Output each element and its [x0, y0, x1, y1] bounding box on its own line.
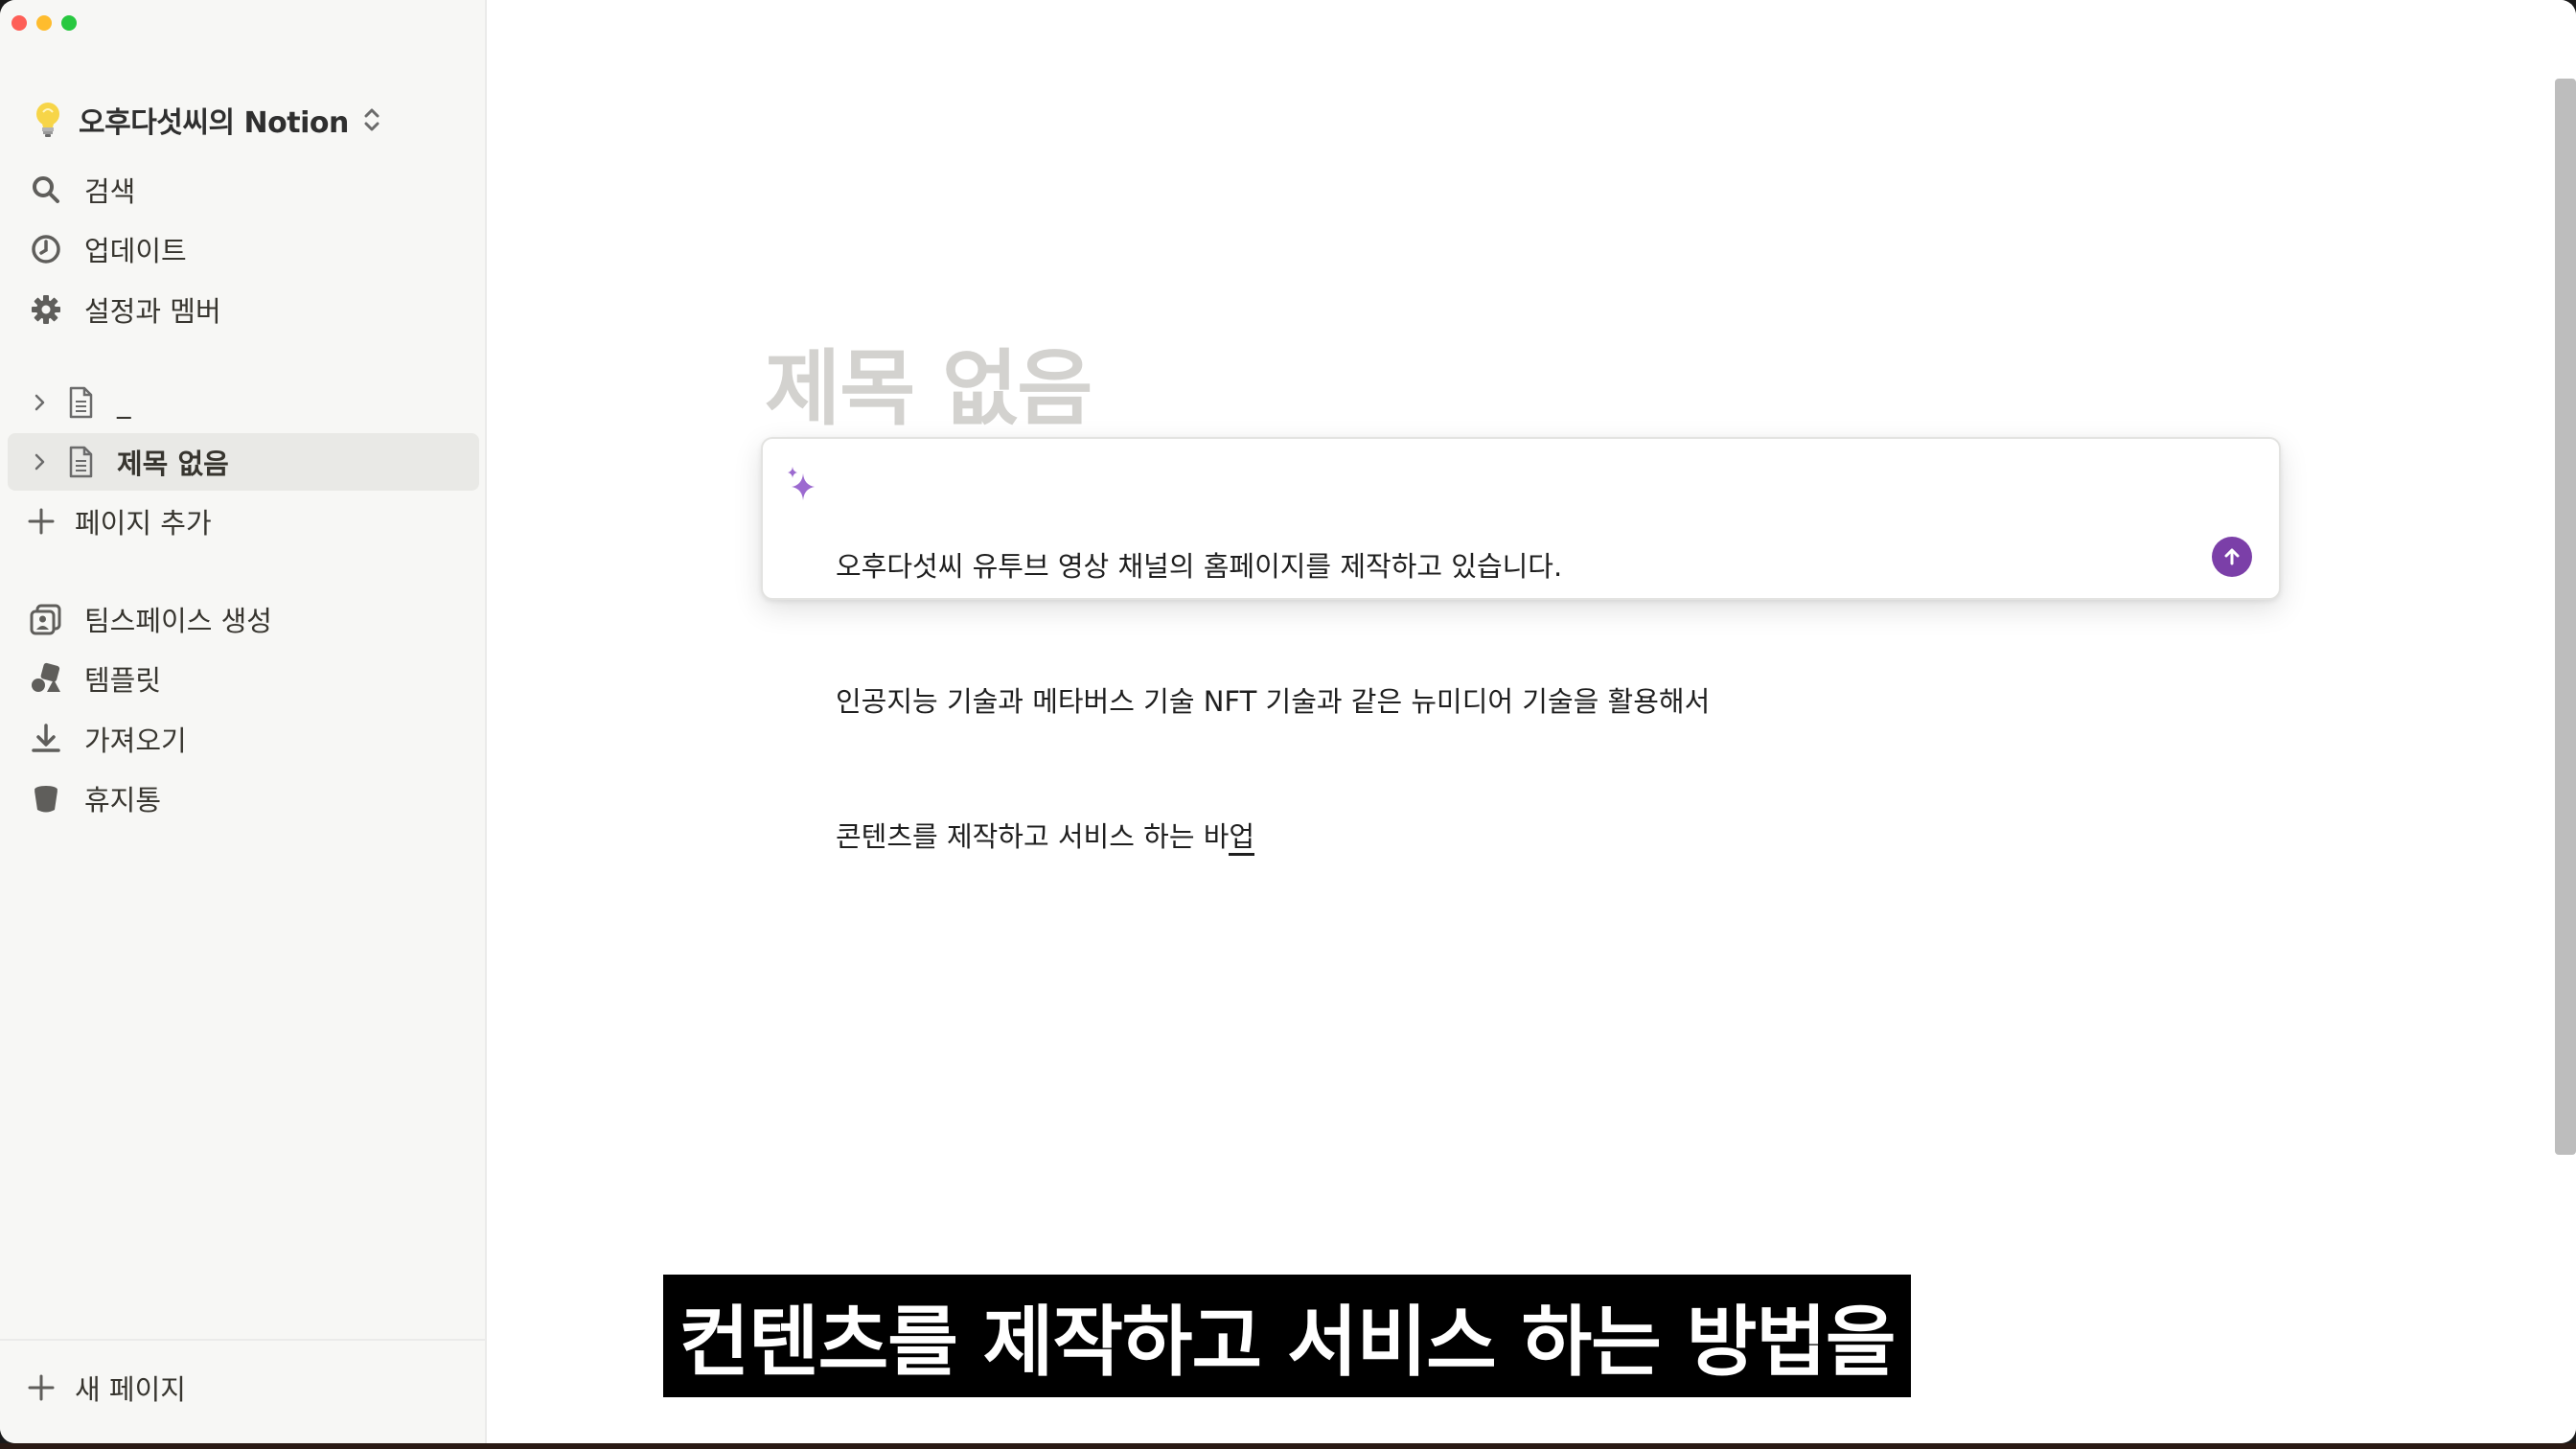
scrollbar[interactable]	[2555, 79, 2576, 1155]
search-icon	[33, 176, 59, 203]
chevron-right-icon[interactable]	[29, 391, 52, 414]
sparkle-icon	[788, 467, 815, 500]
ai-prompt-line-text: 콘텐츠를 제작하고 서비스 하는 바	[836, 820, 1230, 853]
sidebar-item-label: 업데이트	[84, 235, 187, 267]
ai-prompt-line: 오후다섯씨 유투브 영상 채널의 홈페이지를 제작하고 있습니다.	[836, 550, 1563, 583]
sidebar-item-label: 설정과 멤버	[84, 295, 221, 328]
workspace-name: 오후다섯씨의 Notion	[79, 106, 349, 140]
sidebar-item-label: 팀스페이스 생성	[84, 605, 272, 637]
document-icon	[69, 386, 93, 419]
sidebar-item-search[interactable]: 검색	[29, 165, 135, 215]
gear-icon	[32, 295, 60, 324]
sidebar-item-settings[interactable]: 설정과 멤버	[29, 285, 221, 334]
ai-prompt-line: 인공지능 기술과 메타버스 기술 NFT 기술과 같은 뉴미디어 기술을 활용해…	[836, 685, 1711, 718]
video-subtitle: 컨텐츠를 제작하고 서비스 하는 방법을	[663, 1275, 1911, 1397]
teamspace-icon	[30, 604, 61, 635]
sidebar-item-label: 템플릿	[84, 664, 162, 697]
sidebar: 오후다섯씨의 Notion 검색 업데이트 설정과 멤버 _ 제목 없음 페이지…	[0, 0, 487, 1443]
page-editor: 제목 없음 오후다섯씨 유투브 영상 채널의 홈페이지를 제작하고 있습니다. …	[489, 0, 2576, 1443]
sidebar-page-underscore[interactable]: _	[8, 374, 479, 431]
close-window-button[interactable]	[12, 15, 27, 31]
sidebar-item-label: 검색	[84, 175, 136, 208]
trash-icon	[34, 786, 58, 813]
ai-prompt-line: 콘텐츠를 제작하고 서비스 하는 바업	[836, 815, 1710, 860]
sidebar-item-create-teamspace[interactable]: 팀스페이스 생성	[29, 594, 272, 644]
zoom-window-button[interactable]	[61, 15, 77, 31]
plus-icon	[28, 508, 55, 535]
add-page-label: 페이지 추가	[75, 507, 212, 540]
sidebar-item-import[interactable]: 가져오기	[29, 714, 187, 764]
minimize-window-button[interactable]	[36, 15, 52, 31]
sidebar-page-untitled[interactable]: 제목 없음	[8, 433, 479, 491]
download-icon	[32, 724, 60, 752]
sidebar-page-label: 제목 없음	[117, 448, 229, 480]
add-page-button[interactable]: 페이지 추가	[27, 496, 212, 546]
document-icon	[69, 446, 93, 478]
new-page-label: 새 페이지	[75, 1373, 186, 1406]
sidebar-page-label: _	[117, 386, 131, 419]
chevron-updown-icon	[364, 108, 380, 131]
chevron-right-icon[interactable]	[29, 450, 52, 473]
ai-prompt-input[interactable]: 오후다섯씨 유투브 영상 채널의 홈페이지를 제작하고 있습니다. 인공지능 기…	[836, 454, 1710, 950]
clock-icon	[32, 235, 60, 264]
workspace-switcher[interactable]: 오후다섯씨의 Notion	[29, 96, 383, 144]
arrow-up-icon	[2224, 548, 2240, 565]
plus-icon	[28, 1374, 55, 1401]
page-title[interactable]: 제목 없음	[765, 321, 1092, 441]
sidebar-item-updates[interactable]: 업데이트	[29, 224, 187, 274]
app-window: 오후다섯씨의 Notion 검색 업데이트 설정과 멤버 _ 제목 없음 페이지…	[0, 0, 2576, 1443]
sidebar-item-label: 휴지통	[84, 784, 162, 816]
lightbulb-icon	[36, 103, 59, 137]
window-controls	[12, 15, 77, 31]
ai-prompt-box[interactable]: 오후다섯씨 유투브 영상 채널의 홈페이지를 제작하고 있습니다. 인공지능 기…	[761, 437, 2281, 856]
sidebar-item-trash[interactable]: 휴지통	[29, 773, 161, 823]
desktop-background	[0, 1443, 2576, 1449]
sidebar-item-label: 가져오기	[84, 724, 187, 757]
new-page-button[interactable]: 새 페이지	[27, 1363, 186, 1413]
template-icon	[32, 662, 60, 692]
ime-composing-text: 업	[1229, 820, 1255, 856]
sidebar-divider	[0, 1339, 485, 1341]
sidebar-item-templates[interactable]: 템플릿	[29, 654, 161, 703]
send-button[interactable]	[2212, 537, 2252, 577]
